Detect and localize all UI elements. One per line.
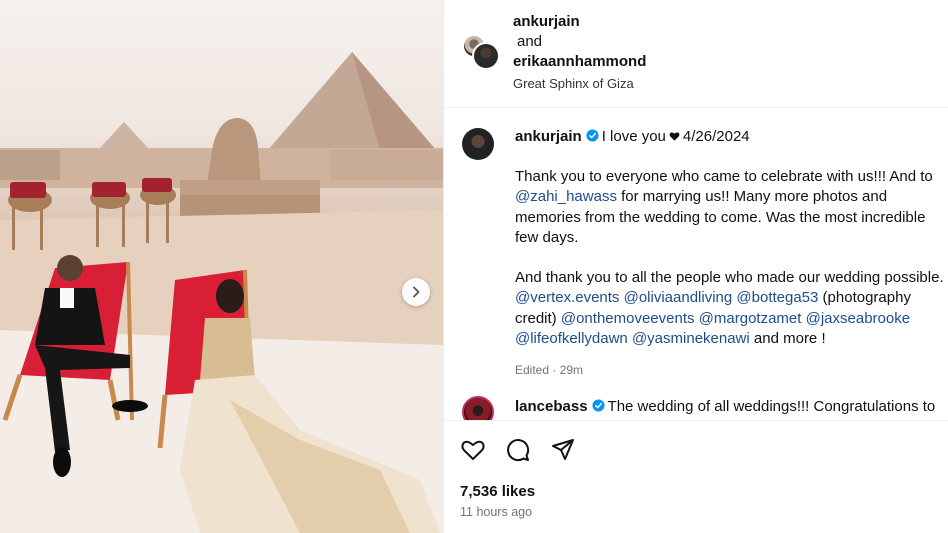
comment-row: lancebass The wedding of all weddings!!! … <box>444 388 948 420</box>
edited-timestamp: Edited · 29m <box>515 362 584 377</box>
heart-outline-icon <box>461 440 485 460</box>
post-header: ankurjain and erikaannhammond Great Sphi… <box>444 0 948 108</box>
caption-paragraph-1: Thank you to everyone who came to celebr… <box>515 167 945 249</box>
verified-badge-icon <box>586 129 599 142</box>
post-time[interactable]: 11 hours ago <box>460 505 532 519</box>
avatar-erikaannhammond <box>472 42 500 70</box>
mention-lifeofkellydawn[interactable]: @lifeofkellydawn <box>515 330 628 347</box>
wedding-photo-illustration <box>0 52 443 533</box>
mention-vertex-events[interactable]: @vertex.events <box>515 289 619 306</box>
caption-block: ankurjain I love you 4/26/2024 Thank you t… <box>444 108 948 388</box>
comment-button[interactable] <box>505 437 531 463</box>
header-user1[interactable]: ankurjain <box>513 12 646 32</box>
post-actions: 7,536 likes 11 hours ago <box>444 420 948 533</box>
mention-yasminekenawi[interactable]: @yasminekenawi <box>632 330 750 347</box>
verified-badge-icon <box>592 399 605 412</box>
speech-bubble-icon <box>507 439 530 462</box>
mention-oliviaandliving[interactable]: @oliviaandliving <box>624 289 733 306</box>
comment-body: The wedding of all weddings!!! Congratul… <box>607 398 936 415</box>
header-text: ankurjain and erikaannhammond Great Sphi… <box>513 12 646 94</box>
comment-text: lancebass The wedding of all weddings!!! … <box>515 398 935 415</box>
header-user2[interactable]: erikaannhammond <box>513 52 646 72</box>
caption-text: ankurjain I love you 4/26/2024 Thank you t… <box>515 127 945 380</box>
mention-jaxseabrooke[interactable]: @jaxseabrooke <box>806 310 910 327</box>
location-link[interactable]: Great Sphinx of Giza <box>513 74 646 94</box>
and-more-text: and more ! <box>753 330 826 347</box>
para2-text: And thank you to all the people who made… <box>515 268 944 286</box>
share-button[interactable] <box>550 437 576 463</box>
post-sidebar: ankurjain and erikaannhammond Great Sphi… <box>443 0 948 533</box>
mention-bottega53[interactable]: @bottega53 <box>736 289 818 306</box>
caption-date: 4/26/2024 <box>682 128 750 145</box>
mention-onthemoveevents[interactable]: @onthemoveevents <box>561 310 695 327</box>
paper-plane-icon <box>552 439 574 460</box>
black-heart-icon <box>669 132 680 141</box>
caption-love-text: I love you <box>601 128 666 145</box>
mention-zahi-hawass[interactable]: @zahi_hawass <box>515 188 617 205</box>
chevron-right-icon <box>413 286 420 298</box>
avatar-ankurjain[interactable] <box>462 128 494 160</box>
comment-username[interactable]: lancebass <box>515 398 588 415</box>
para1-text-a: Thank you to everyone who came to celebr… <box>515 167 933 185</box>
header-and: and <box>517 33 543 50</box>
caption-line1: ankurjain I love you 4/26/2024 <box>515 127 945 148</box>
mention-margotzamet[interactable]: @margotzamet <box>699 310 802 327</box>
likes-count[interactable]: 7,536 likes <box>460 483 535 500</box>
caption-username[interactable]: ankurjain <box>515 128 582 145</box>
like-button[interactable] <box>460 437 486 463</box>
avatar-lancebass[interactable] <box>462 396 494 420</box>
next-photo-button[interactable] <box>402 278 430 306</box>
collab-avatars[interactable] <box>462 34 500 70</box>
caption-paragraph-2: And thank you to all the people who made… <box>515 268 945 350</box>
post-photo <box>0 0 443 533</box>
